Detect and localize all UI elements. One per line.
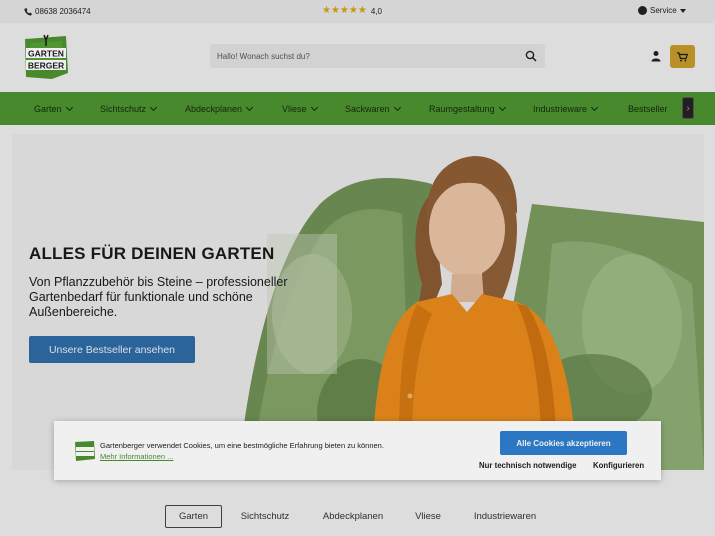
header: GARTEN BERGER Hallo! Wonach suchst du?: [0, 23, 715, 92]
search-icon[interactable]: [525, 50, 537, 62]
chevron-down-icon: [393, 103, 401, 112]
tab-abdeckplanen[interactable]: Abdeckplanen: [314, 505, 392, 528]
service-menu[interactable]: Service: [638, 6, 686, 15]
nav-item-label: Garten: [34, 104, 62, 114]
accept-all-cookies-button[interactable]: Alle Cookies akzeptieren: [500, 431, 627, 455]
configure-cookies-button[interactable]: Konfigurieren: [593, 461, 644, 470]
phone-icon: [24, 7, 32, 16]
nav-item-industrieware[interactable]: Industrieware: [533, 103, 599, 114]
phone-number: 08638 2036474: [35, 7, 91, 16]
tab-industriewaren[interactable]: Industriewaren: [464, 505, 546, 528]
tab-sichtschutz[interactable]: Sichtschutz: [232, 505, 298, 528]
user-icon[interactable]: [650, 50, 662, 62]
search-placeholder: Hallo! Wonach suchst du?: [217, 52, 310, 61]
main-navigation: Garten Sichtschutz Abdeckplanen Vliese S…: [0, 92, 715, 125]
rating-stars: ★★★★★: [322, 5, 367, 16]
chevron-down-icon: [149, 103, 158, 112]
nav-item-sichtschutz[interactable]: Sichtschutz: [100, 103, 158, 114]
chat-icon: [638, 6, 647, 15]
nav-item-label: Industrieware: [533, 104, 588, 114]
gartenberger-logo-small: [75, 441, 95, 461]
gartenberger-logo[interactable]: GARTEN BERGER: [22, 33, 70, 81]
nav-item-label: Abdeckplanen: [185, 104, 243, 114]
nav-item-label: Vliese: [282, 104, 307, 114]
tab-garten[interactable]: Garten: [165, 505, 222, 528]
phone-contact[interactable]: 08638 2036474: [24, 7, 91, 16]
top-bar: 08638 2036474 ★★★★★ 4,0 Service: [0, 0, 715, 23]
hero-title: ALLES FÜR DEINEN GARTEN: [29, 244, 275, 263]
chevron-down-icon: [590, 103, 599, 112]
chevron-down-icon: [246, 103, 254, 112]
nav-item-bestseller[interactable]: Bestseller: [628, 104, 668, 114]
chevron-down-icon: [498, 103, 506, 112]
category-tabs: Garten Sichtschutz Abdeckplanen Vliese I…: [0, 505, 715, 529]
nav-item-label: Raumgestaltung: [429, 104, 495, 114]
nav-item-vliese[interactable]: Vliese: [282, 103, 318, 114]
cookie-more-info-link[interactable]: Mehr Informationen ...: [100, 452, 173, 461]
cart-icon: [677, 51, 688, 61]
bestseller-cta-button[interactable]: Unsere Bestseller ansehen: [29, 336, 195, 363]
logo-line2: BERGER: [28, 61, 64, 71]
nav-item-abdeckplanen[interactable]: Abdeckplanen: [185, 103, 254, 114]
nav-item-raumgestaltung[interactable]: Raumgestaltung: [429, 103, 506, 114]
rating-value: 4,0: [370, 6, 382, 16]
chevron-down-icon: [310, 103, 318, 112]
caret-down-icon: [679, 8, 686, 13]
chevron-down-icon: [65, 103, 73, 112]
tab-vliese[interactable]: Vliese: [408, 505, 448, 528]
nav-item-garten[interactable]: Garten: [34, 103, 73, 114]
nav-item-label: Bestseller: [628, 104, 668, 114]
chevron-right-icon: ›: [686, 102, 690, 114]
technical-only-button[interactable]: Nur technisch notwendige: [479, 461, 576, 470]
logo-line1: GARTEN: [28, 49, 64, 59]
cart-button[interactable]: [670, 45, 695, 68]
hero-subtitle: Von Pflanzzubehör bis Steine – professio…: [29, 275, 288, 319]
nav-item-label: Sichtschutz: [100, 104, 147, 114]
shop-rating[interactable]: ★★★★★ 4,0: [322, 6, 382, 16]
nav-item-sackwaren[interactable]: Sackwaren: [345, 103, 401, 114]
nav-scroll-next-button[interactable]: ›: [682, 97, 694, 119]
hero-banner: ALLES FÜR DEINEN GARTEN Von Pflanzzubehö…: [12, 134, 704, 470]
nav-item-label: Sackwaren: [345, 104, 390, 114]
service-label: Service: [650, 6, 677, 15]
cookie-banner: Gartenberger verwendet Cookies, um eine …: [54, 421, 661, 480]
cookie-text: Gartenberger verwendet Cookies, um eine …: [100, 441, 384, 450]
search-input[interactable]: Hallo! Wonach suchst du?: [210, 44, 545, 68]
